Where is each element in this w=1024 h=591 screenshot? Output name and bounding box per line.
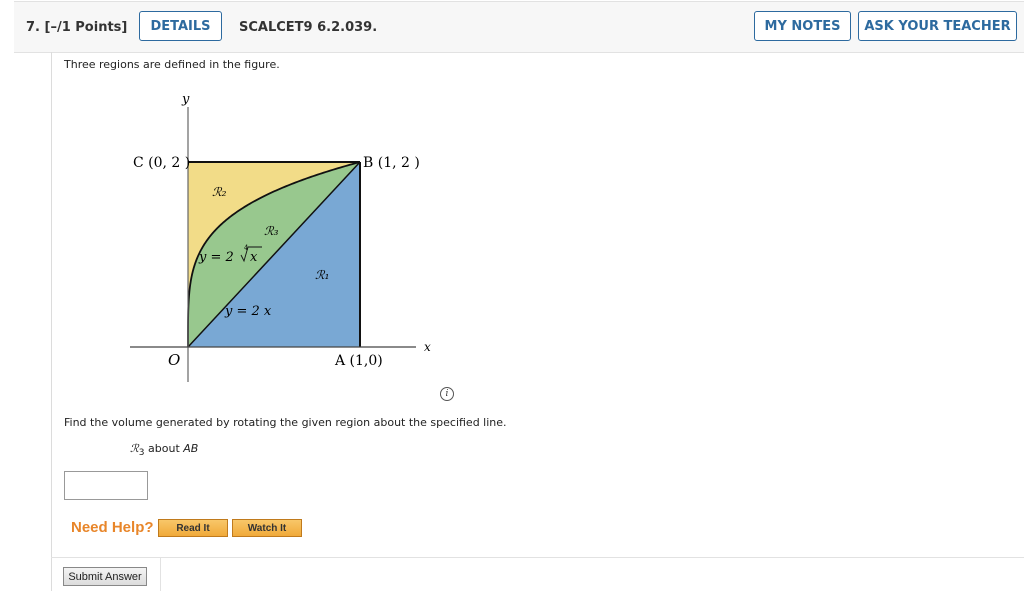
watch-it-button[interactable]: Watch It (232, 519, 302, 537)
region-3-label: ℛ₃ (264, 224, 279, 238)
content-left-border (51, 52, 52, 591)
region-1-label: ℛ₁ (315, 268, 329, 282)
region-2-label: ℛ₂ (212, 185, 227, 199)
prompt-text: Find the volume generated by rotating th… (64, 416, 507, 429)
submit-answer-button[interactable]: Submit Answer (63, 567, 147, 586)
question-header: 7. [–/1 Points] DETAILS SCALCET9 6.2.039… (14, 1, 1024, 53)
problem-code: SCALCET9 6.2.039. (239, 20, 378, 35)
region-symbol: ℛ (130, 442, 139, 455)
my-notes-button[interactable]: MY NOTES (754, 11, 851, 41)
point-c-label: C (0, 2 ) (133, 155, 190, 171)
y-axis-label: y (181, 92, 190, 107)
question-number-text: 7. (26, 20, 40, 35)
read-it-button[interactable]: Read It (158, 519, 228, 537)
points-text: [–/1 Points] (44, 20, 128, 35)
about-text: about (148, 442, 180, 455)
axis-line-text: AB (183, 442, 199, 455)
curve-root-radicand: x (250, 250, 258, 265)
point-b-label: B (1, 2 ) (363, 155, 420, 171)
x-axis-label: x (424, 340, 431, 354)
details-button[interactable]: DETAILS (139, 11, 222, 41)
curve-label-prefix: y = 2 (198, 250, 234, 265)
ask-your-teacher-button[interactable]: ASK YOUR TEACHER (858, 11, 1017, 41)
region-spec: ℛ3 about AB (130, 442, 198, 458)
question-number: 7. [–/1 Points] (26, 20, 127, 35)
origin-label: O (168, 351, 180, 369)
intro-text: Three regions are defined in the figure. (64, 58, 280, 71)
info-icon[interactable]: i (440, 387, 454, 401)
submit-divider (51, 557, 1024, 558)
need-help-label: Need Help? (71, 519, 154, 536)
line-equation-label: y = 2 x (224, 304, 272, 319)
regions-figure: y x O A (1,0) B (1, 2 ) C (0, 2 ) ℛ₂ ℛ₃ … (120, 85, 440, 389)
point-a-label: A (1,0) (334, 353, 383, 369)
region-index: 3 (138, 448, 145, 459)
figure-svg: y x O A (1,0) B (1, 2 ) C (0, 2 ) ℛ₂ ℛ₃ … (130, 92, 431, 382)
submit-divider-vertical (160, 557, 161, 591)
answer-input[interactable] (64, 471, 148, 500)
